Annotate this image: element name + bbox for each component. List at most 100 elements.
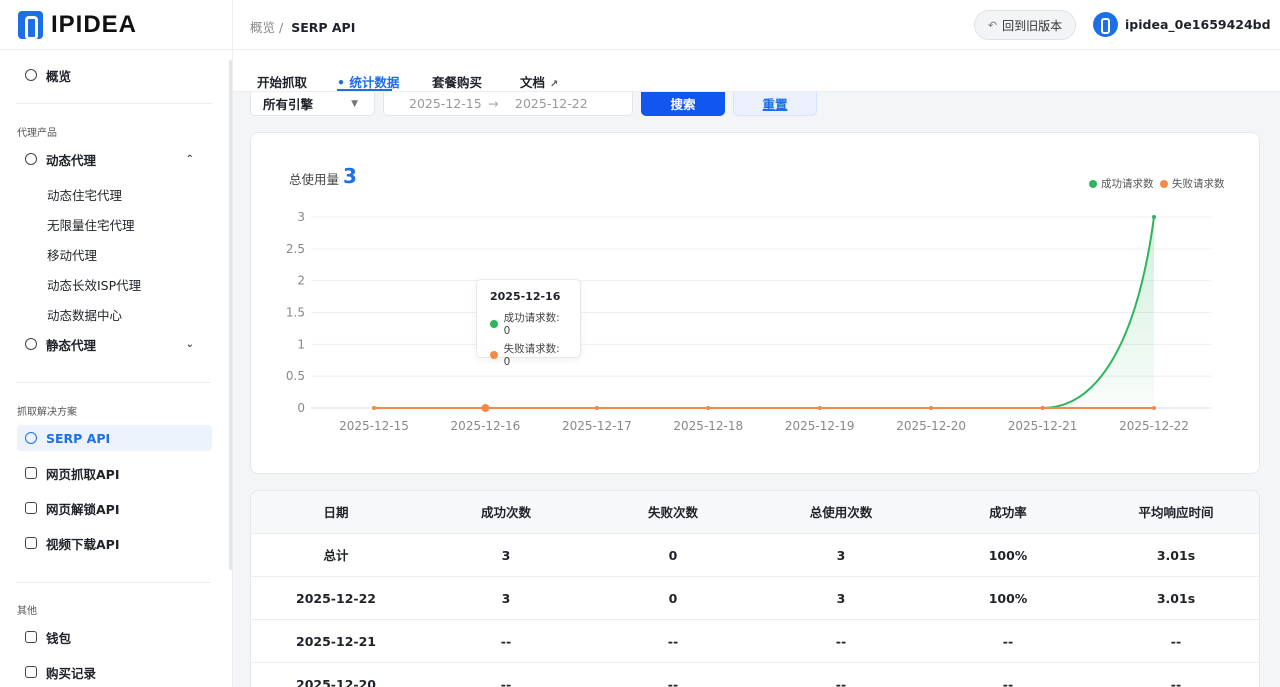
x-tick-label: 2025-12-17 bbox=[562, 419, 632, 433]
table-cell: -- bbox=[1002, 677, 1014, 687]
search-button[interactable]: 搜索 bbox=[641, 92, 725, 116]
sidebar-scrollbar[interactable] bbox=[229, 60, 232, 570]
sidebar-sub-isp[interactable]: 动态长效ISP代理 bbox=[47, 275, 141, 294]
table-header-cell: 总使用次数 bbox=[809, 505, 873, 520]
sidebar-item-purchase-history[interactable]: 购买记录 bbox=[17, 659, 212, 685]
table-cell: -- bbox=[500, 677, 512, 687]
x-tick-label: 2025-12-16 bbox=[451, 419, 521, 433]
tooltip-row-success: 成功请求数: 0 bbox=[490, 310, 567, 337]
engine-select[interactable]: 所有引擎 ▼ bbox=[250, 92, 375, 116]
table-cell: 3 bbox=[836, 591, 846, 606]
y-tick-label: 2 bbox=[297, 274, 305, 288]
data-point-fail bbox=[1040, 406, 1045, 410]
tooltip-dot-fail bbox=[490, 350, 498, 359]
tooltip-success-text: 成功请求数: 0 bbox=[503, 312, 560, 337]
sidebar-item-video-download-api[interactable]: 视频下载API bbox=[17, 530, 212, 556]
breadcrumb-parent[interactable]: 概览 bbox=[250, 20, 275, 35]
wallet-icon bbox=[25, 631, 37, 643]
data-point-fail bbox=[817, 406, 822, 410]
tab-bar: 开始抓取 • 统计数据 套餐购买 文档 ↗ bbox=[233, 50, 1280, 92]
tooltip-fail-text: 失败请求数: 0 bbox=[503, 343, 560, 368]
tab-docs[interactable]: 文档 ↗ bbox=[520, 72, 558, 91]
table-cell: 3 bbox=[836, 548, 846, 563]
y-tick-label: 2.5 bbox=[286, 242, 305, 256]
user-menu[interactable]: ipidea_0e1659424bd ⌄ bbox=[1093, 12, 1280, 37]
table-header-row: 日期 成功次数 失败次数 总使用次数 成功率 平均响应时间 bbox=[251, 491, 1259, 534]
sidebar-item-label: 网页抓取API bbox=[46, 466, 120, 482]
sidebar-item-dynamic-proxy[interactable]: 动态代理 ⌃ bbox=[17, 146, 212, 172]
sidebar-item-label: 网页解锁API bbox=[46, 501, 120, 517]
sidebar-divider bbox=[16, 103, 212, 104]
home-icon bbox=[25, 69, 37, 81]
y-tick-label: 0.5 bbox=[286, 369, 305, 383]
sidebar-item-label: 动态代理 bbox=[46, 152, 97, 168]
sidebar-item-overview[interactable]: 概览 bbox=[17, 62, 212, 88]
tab-docs-label: 文档 bbox=[520, 75, 546, 90]
data-point-success bbox=[1152, 215, 1156, 219]
sidebar-sub-mobile[interactable]: 移动代理 bbox=[47, 245, 97, 264]
tooltip-date: 2025-12-16 bbox=[490, 290, 561, 303]
globe-icon bbox=[25, 338, 37, 350]
date-range-picker[interactable]: 2025-12-15 → 2025-12-22 bbox=[383, 92, 633, 116]
sidebar-divider bbox=[16, 582, 212, 583]
sidebar-item-label: 钱包 bbox=[46, 630, 72, 646]
data-point-fail bbox=[481, 404, 490, 412]
tab-start-scraping[interactable]: 开始抓取 bbox=[257, 72, 307, 91]
tooltip-dot-success bbox=[490, 319, 498, 328]
sidebar-item-web-scraper-api[interactable]: 网页抓取API bbox=[17, 460, 212, 486]
y-tick-label: 3 bbox=[297, 210, 305, 224]
tab-package-purchase[interactable]: 套餐购买 bbox=[432, 72, 482, 91]
data-point-fail bbox=[594, 406, 599, 410]
section-title-proxy: 代理产品 bbox=[17, 128, 57, 139]
table-row: 2025-12-22 3 0 3 100% 3.01s bbox=[251, 577, 1259, 620]
table-header-cell: 失败次数 bbox=[647, 505, 698, 520]
date-end[interactable]: 2025-12-22 bbox=[515, 96, 588, 111]
table-cell: 总计 bbox=[323, 548, 349, 563]
y-tick-label: 0 bbox=[297, 401, 305, 415]
x-tick-label: 2025-12-19 bbox=[785, 419, 855, 433]
y-tick-label: 1.5 bbox=[286, 306, 305, 320]
data-point-fail bbox=[929, 406, 934, 410]
engine-select-value: 所有引擎 bbox=[263, 97, 314, 112]
x-tick-label: 2025-12-21 bbox=[1008, 419, 1078, 433]
table-cell: 0 bbox=[668, 548, 678, 563]
back-to-old-version-button[interactable]: ↶ 回到旧版本 bbox=[974, 10, 1076, 40]
table-cell: -- bbox=[667, 677, 679, 687]
date-start[interactable]: 2025-12-15 bbox=[409, 96, 482, 111]
table-row: 2025-12-21 -- -- -- -- -- bbox=[251, 620, 1259, 663]
sidebar-item-web-unlocker-api[interactable]: 网页解锁API bbox=[17, 495, 212, 521]
brand-logo[interactable]: IPIDEA bbox=[18, 10, 137, 40]
sidebar-item-wallet[interactable]: 钱包 bbox=[17, 624, 212, 650]
sidebar-item-label: 视频下载API bbox=[46, 536, 120, 552]
stats-table: 日期 成功次数 失败次数 总使用次数 成功率 平均响应时间 总计 3 0 3 100% 3.01s 20… bbox=[250, 490, 1260, 687]
sidebar-item-static-proxy[interactable]: 静态代理 ⌄ bbox=[17, 331, 212, 357]
reply-arrow-icon: ↶ bbox=[987, 18, 998, 32]
unlock-browser-icon bbox=[25, 502, 37, 514]
breadcrumb-current: SERP API bbox=[291, 20, 356, 35]
reset-button[interactable]: 重置 bbox=[733, 92, 817, 116]
tooltip-row-fail: 失败请求数: 0 bbox=[490, 341, 567, 368]
table-cell: -- bbox=[1170, 634, 1182, 649]
sidebar-sub-unlimited[interactable]: 无限量住宅代理 bbox=[47, 215, 135, 234]
table-cell: -- bbox=[667, 634, 679, 649]
x-tick-label: 2025-12-15 bbox=[339, 419, 409, 433]
usage-line-chart[interactable]: 00.511.522.532025-12-15 2025-12-16 2025-12… bbox=[251, 133, 1259, 473]
chevron-down-icon: ⌄ bbox=[185, 338, 194, 350]
x-tick-label: 2025-12-22 bbox=[1119, 419, 1189, 433]
table-header-cell: 成功次数 bbox=[480, 505, 531, 520]
chart-tooltip: 2025-12-16 成功请求数: 0 失败请求数: 0 bbox=[476, 279, 581, 368]
table-cell: 3.01s bbox=[1156, 591, 1196, 606]
sidebar-sub-datacenter[interactable]: 动态数据中心 bbox=[47, 305, 122, 324]
table-row: 2025-12-20 -- -- -- -- -- bbox=[251, 663, 1259, 687]
receipt-icon bbox=[25, 666, 37, 678]
active-tab-indicator bbox=[337, 89, 392, 91]
table-cell: -- bbox=[1170, 677, 1182, 687]
sidebar-item-label: 购买记录 bbox=[46, 665, 97, 681]
top-header: 概览 / SERP API ↶ 回到旧版本 ipidea_0e1659424bd… bbox=[233, 0, 1280, 50]
sidebar-item-serp-api[interactable]: SERP API bbox=[17, 425, 212, 451]
caret-down-icon: ▼ bbox=[351, 98, 358, 109]
sidebar-sub-residential[interactable]: 动态住宅代理 bbox=[47, 185, 122, 204]
data-point-fail bbox=[706, 406, 711, 410]
table-cell: 2025-12-20 bbox=[296, 677, 376, 687]
ipidea-logo-icon bbox=[18, 11, 43, 40]
